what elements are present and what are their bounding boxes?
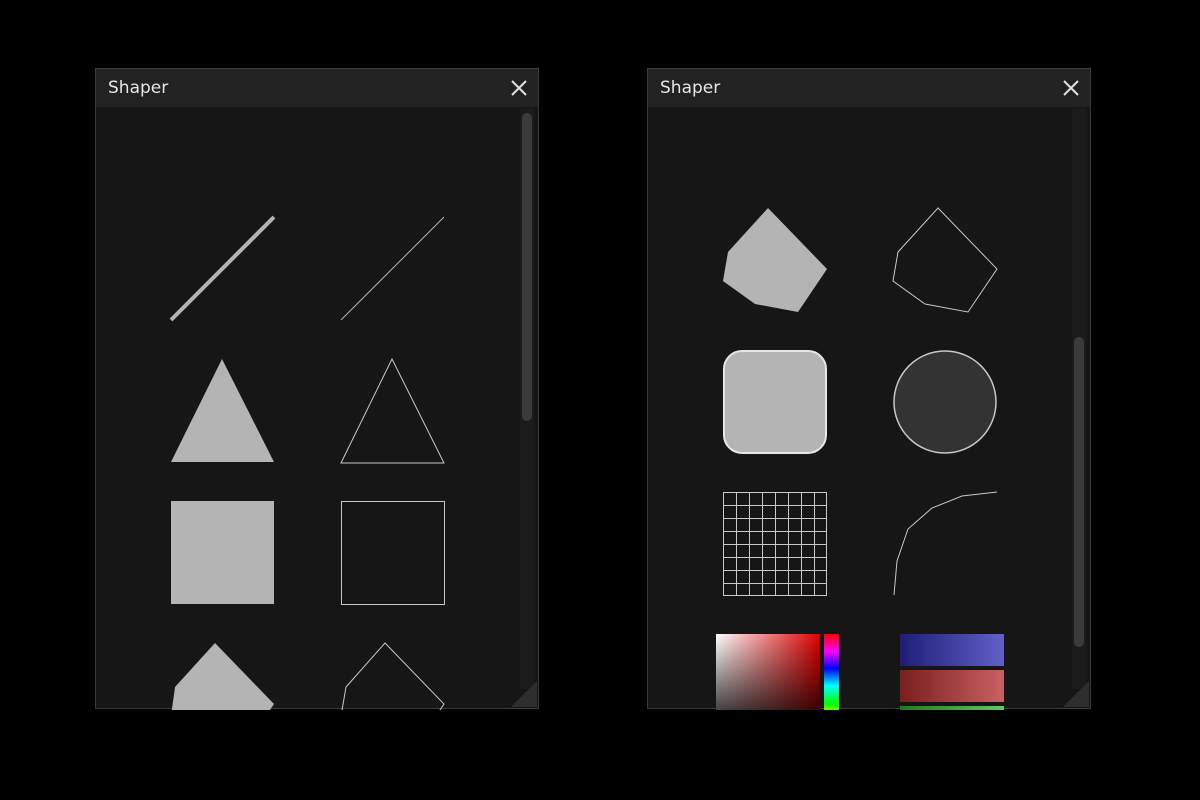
window-content xyxy=(96,107,540,710)
gradient-bar-green xyxy=(900,706,1004,710)
pentagon-outline xyxy=(892,207,998,313)
triangle-outline xyxy=(340,357,445,464)
scrollbar-thumb[interactable] xyxy=(1074,337,1084,647)
color-picker[interactable] xyxy=(716,634,839,710)
curve xyxy=(893,491,998,596)
resize-grip-icon[interactable] xyxy=(511,681,537,707)
window-content xyxy=(648,107,1092,710)
window-title: Shaper xyxy=(108,78,169,98)
shape-canvas xyxy=(716,207,1004,710)
vertical-scrollbar[interactable] xyxy=(520,109,534,689)
resize-grip-icon[interactable] xyxy=(1063,681,1089,707)
pentagon-filled xyxy=(723,208,827,312)
gradient-bar-blue xyxy=(900,634,1004,666)
close-icon[interactable] xyxy=(508,77,530,99)
hue-slider[interactable] xyxy=(824,634,839,710)
vertical-scrollbar[interactable] xyxy=(1072,109,1086,689)
triangle-filled xyxy=(171,359,274,462)
close-icon[interactable] xyxy=(1060,77,1082,99)
square-filled xyxy=(171,501,274,604)
pentagon-filled xyxy=(171,643,274,710)
shaper-window-right[interactable]: Shaper xyxy=(647,68,1092,710)
scrollbar-thumb[interactable] xyxy=(522,113,532,421)
pentagon-outline xyxy=(341,642,445,710)
line-thick xyxy=(169,215,276,322)
saturation-value-shade xyxy=(716,634,820,710)
window-titlebar[interactable]: Shaper xyxy=(96,69,538,107)
shape-canvas xyxy=(169,215,445,710)
square-outline xyxy=(341,501,445,605)
circle-filled-outline xyxy=(893,350,997,454)
gradient-bars xyxy=(900,634,1004,710)
window-title: Shaper xyxy=(660,78,721,98)
rounded-rect-filled xyxy=(723,350,827,454)
gradient-bar-red xyxy=(900,670,1004,702)
shaper-window-left[interactable]: Shaper xyxy=(95,68,540,710)
line-thin xyxy=(340,216,445,321)
grid xyxy=(723,492,827,596)
window-titlebar[interactable]: Shaper xyxy=(648,69,1090,107)
